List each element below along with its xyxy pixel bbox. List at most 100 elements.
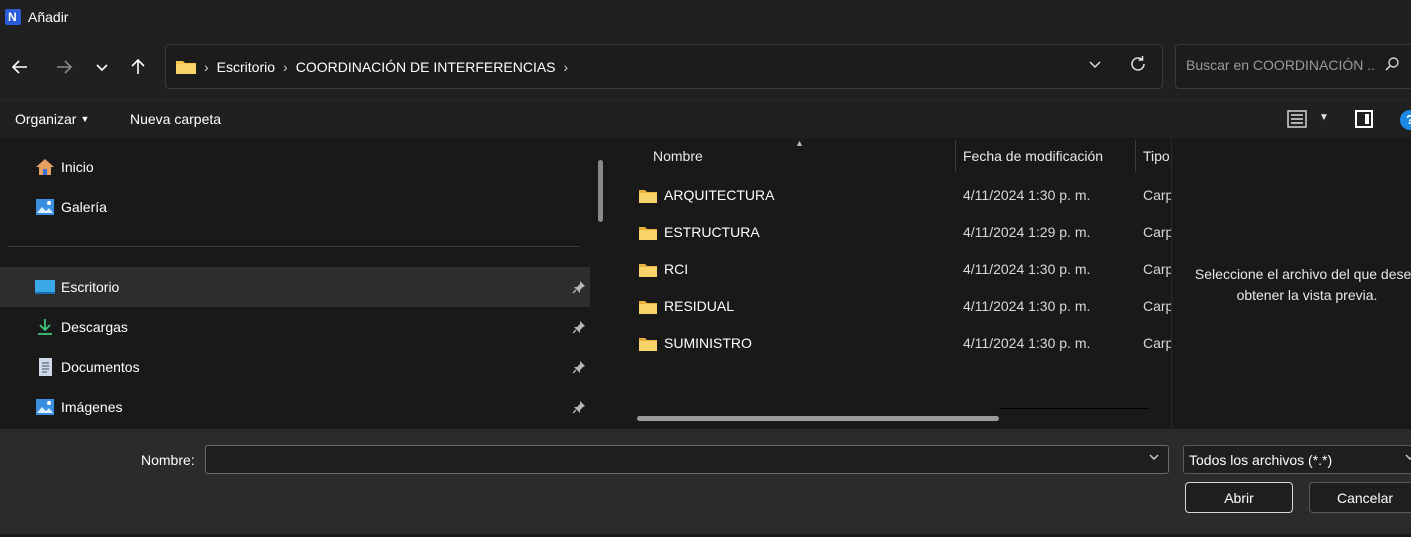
folder-icon [639, 301, 657, 314]
breadcrumb-separator-icon[interactable]: › [564, 59, 569, 75]
up-button[interactable] [124, 53, 152, 81]
file-type: Carpeta de archivos [1143, 187, 1171, 203]
cancel-button[interactable]: Cancelar [1309, 482, 1411, 513]
sidebar-item-desktop[interactable]: Escritorio [0, 267, 590, 307]
help-icon[interactable]: ? [1400, 110, 1411, 130]
table-row[interactable]: SUMINISTRO 4/11/2024 1:30 p. m. Carpeta … [612, 325, 1171, 362]
folder-icon [176, 61, 196, 74]
horizontal-scroll-track [999, 408, 1149, 409]
file-name: SUMINISTRO [664, 335, 752, 351]
breadcrumb-desktop[interactable]: Escritorio [217, 59, 275, 75]
chevron-down-icon [1149, 454, 1159, 460]
sidebar-item-downloads[interactable]: Descargas [0, 307, 590, 347]
command-bar: Organizar▼ Nueva carpeta ▼ ? [0, 99, 1411, 138]
file-type-select[interactable]: Todos los archivos (*.*) [1183, 445, 1411, 474]
caret-down-icon: ▼ [80, 114, 90, 124]
file-name-dropdown[interactable] [1148, 451, 1160, 466]
search-box[interactable] [1175, 44, 1411, 89]
sidebar-scrollbar[interactable] [598, 160, 603, 222]
column-header-name[interactable]: Nombre [653, 148, 703, 164]
address-history-dropdown[interactable] [1088, 57, 1102, 76]
sidebar-item-label: Imágenes [61, 399, 123, 415]
sort-ascending-icon: ▲ [795, 138, 804, 148]
navigation-pane: Inicio Galería Escritorio Descargas Docu… [0, 138, 612, 429]
preview-message-line: obtener la vista previa. [1236, 287, 1378, 303]
column-separator[interactable] [1135, 140, 1136, 172]
arrow-up-icon [131, 58, 145, 74]
view-details-icon[interactable] [1287, 110, 1307, 128]
folder-icon [639, 227, 657, 240]
column-header-date[interactable]: Fecha de modificación [963, 148, 1103, 164]
column-separator[interactable] [955, 140, 956, 172]
chevron-down-icon [1404, 451, 1411, 466]
preview-pane: Seleccione el archivo del que desea obte… [1171, 138, 1411, 429]
address-bar[interactable]: › Escritorio › COORDINACIÓN DE INTERFERE… [165, 44, 1163, 89]
file-date: 4/11/2024 1:29 p. m. [963, 224, 1091, 240]
chevron-down-icon [96, 64, 108, 72]
recent-locations-button[interactable] [88, 53, 116, 81]
sidebar-item-pictures[interactable]: Imágenes [0, 387, 590, 427]
breadcrumb-separator-icon: › [283, 58, 288, 75]
window-title: Añadir [28, 8, 69, 25]
breadcrumb-current-folder[interactable]: COORDINACIÓN DE INTERFERENCIAS [296, 59, 556, 75]
sidebar-item-label: Galería [61, 199, 107, 215]
navigation-bar: › Escritorio › COORDINACIÓN DE INTERFERE… [0, 33, 1411, 99]
file-name-input[interactable] [206, 446, 1136, 473]
sidebar-item-home[interactable]: Inicio [0, 147, 590, 187]
pin-icon[interactable] [572, 280, 586, 294]
file-name: RCI [664, 261, 689, 277]
horizontal-scrollbar[interactable] [637, 416, 999, 421]
pictures-icon [36, 399, 54, 415]
dialog-footer: Nombre: Todos los archivos (*.*) Abrir C… [0, 429, 1411, 537]
file-name: ESTRUCTURA [664, 224, 760, 240]
pin-icon[interactable] [572, 320, 586, 334]
preview-pane-icon[interactable] [1355, 110, 1373, 128]
view-options-caret-icon[interactable]: ▼ [1319, 112, 1329, 123]
file-name-label: Nombre: [141, 452, 195, 468]
search-icon [1384, 56, 1400, 76]
home-icon [36, 159, 54, 175]
column-header-type[interactable]: Tipo [1143, 148, 1170, 164]
folder-icon [639, 264, 657, 277]
file-type: Carpeta de archivos [1143, 261, 1171, 277]
app-logo-icon [5, 8, 21, 25]
sidebar-item-label: Escritorio [61, 279, 120, 295]
preview-message: Seleccione el archivo del que desea obte… [1182, 264, 1411, 306]
file-type: Carpeta de archivos [1143, 335, 1171, 351]
sidebar-item-label: Inicio [61, 159, 94, 175]
preview-message-line: Seleccione el archivo del que desea [1194, 266, 1411, 282]
table-row[interactable]: ARQUITECTURA 4/11/2024 1:30 p. m. Carpet… [612, 177, 1171, 214]
folder-icon [639, 338, 657, 351]
refresh-icon [1131, 56, 1145, 71]
table-row[interactable]: ESTRUCTURA 4/11/2024 1:29 p. m. Carpeta … [612, 214, 1171, 251]
table-row[interactable]: RESIDUAL 4/11/2024 1:30 p. m. Carpeta de… [612, 288, 1171, 325]
new-folder-button[interactable]: Nueva carpeta [130, 111, 221, 127]
organize-label: Organizar [15, 111, 77, 127]
file-name-combobox[interactable] [205, 445, 1169, 474]
search-input[interactable] [1186, 57, 1376, 73]
sidebar-item-documents[interactable]: Documentos [0, 347, 590, 387]
pin-icon[interactable] [572, 360, 586, 374]
file-name: ARQUITECTURA [664, 187, 775, 203]
organize-menu[interactable]: Organizar ▼ [15, 111, 89, 127]
breadcrumb-separator-icon: › [204, 58, 209, 75]
arrow-left-icon [11, 60, 27, 74]
forward-button[interactable] [50, 53, 78, 81]
folder-icon [639, 190, 657, 203]
open-button[interactable]: Abrir [1185, 482, 1293, 513]
sidebar-item-gallery[interactable]: Galería [0, 187, 590, 227]
file-list: ▲ Nombre Fecha de modificación Tipo ARQU… [612, 138, 1171, 429]
file-type: Carpeta de archivos [1143, 224, 1171, 240]
file-date: 4/11/2024 1:30 p. m. [963, 261, 1091, 277]
sidebar-item-label: Descargas [61, 319, 128, 335]
document-icon [39, 358, 52, 376]
refresh-button[interactable] [1128, 54, 1148, 80]
back-button[interactable] [6, 53, 34, 81]
pin-icon[interactable] [572, 400, 586, 414]
sidebar-item-label: Documentos [61, 359, 140, 375]
file-name: RESIDUAL [664, 298, 735, 314]
file-type: Carpeta de archivos [1143, 298, 1171, 314]
desktop-icon [35, 280, 55, 294]
table-row[interactable]: RCI 4/11/2024 1:30 p. m. Carpeta de arch… [612, 251, 1171, 288]
gallery-icon [36, 199, 54, 215]
